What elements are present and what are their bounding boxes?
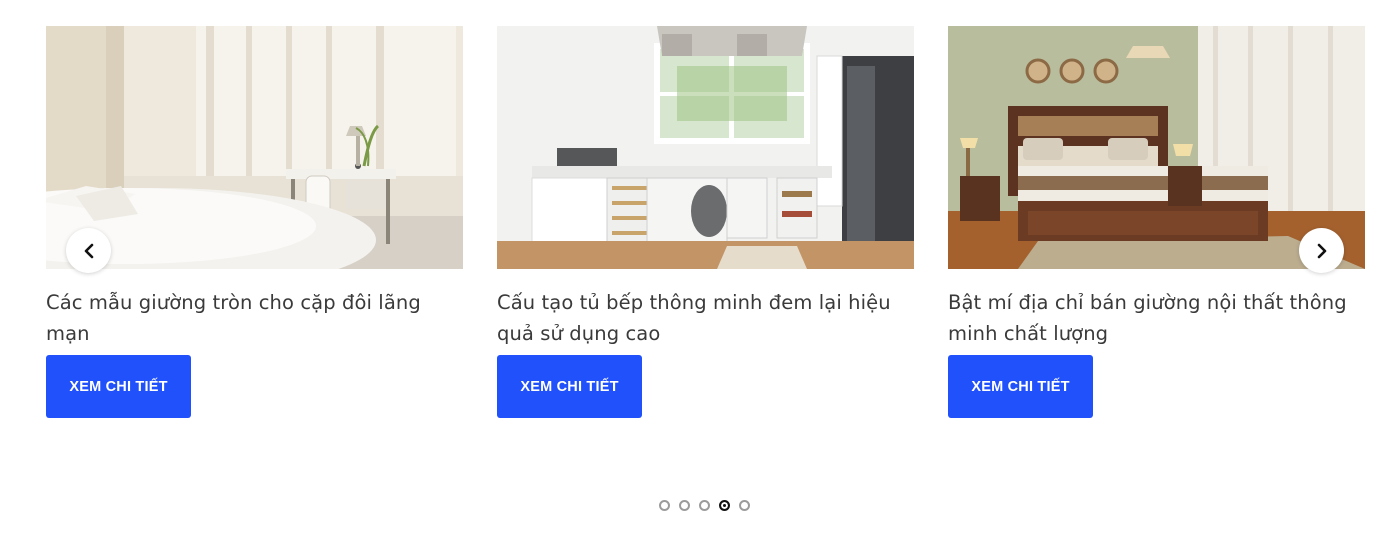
- post-card: Các mẫu giường tròn cho cặp đôi lãng mạn…: [46, 26, 463, 418]
- post-card: Bật mí địa chỉ bán giường nội thất thông…: [948, 26, 1365, 418]
- post-thumbnail[interactable]: [497, 26, 914, 269]
- post-thumbnail[interactable]: [948, 26, 1365, 269]
- pagination-dot[interactable]: [699, 500, 710, 511]
- chevron-right-icon: [1317, 243, 1326, 258]
- bedroom-round-bed-image: [46, 26, 463, 269]
- post-thumbnail[interactable]: [46, 26, 463, 269]
- post-title[interactable]: Các mẫu giường tròn cho cặp đôi lãng mạn: [46, 287, 456, 349]
- carousel-prev-button[interactable]: [66, 228, 111, 273]
- pagination-dot[interactable]: [679, 500, 690, 511]
- post-title[interactable]: Bật mí địa chỉ bán giường nội thất thông…: [948, 287, 1358, 349]
- pagination-dot[interactable]: [659, 500, 670, 511]
- kitchen-cabinet-image: [497, 26, 914, 269]
- view-detail-button[interactable]: XEM CHI TIẾT: [497, 355, 642, 418]
- bedroom-wooden-bed-image: [948, 26, 1365, 269]
- post-card: Cấu tạo tủ bếp thông minh đem lại hiệu q…: [497, 26, 914, 418]
- pagination-dot-active[interactable]: [719, 500, 730, 511]
- view-detail-button[interactable]: XEM CHI TIẾT: [46, 355, 191, 418]
- post-title[interactable]: Cấu tạo tủ bếp thông minh đem lại hiệu q…: [497, 287, 907, 349]
- carousel-pagination: [659, 500, 750, 511]
- pagination-dot[interactable]: [739, 500, 750, 511]
- view-detail-button[interactable]: XEM CHI TIẾT: [948, 355, 1093, 418]
- news-carousel: Các mẫu giường tròn cho cặp đôi lãng mạn…: [0, 0, 1399, 546]
- carousel-next-button[interactable]: [1299, 228, 1344, 273]
- chevron-left-icon: [84, 243, 93, 258]
